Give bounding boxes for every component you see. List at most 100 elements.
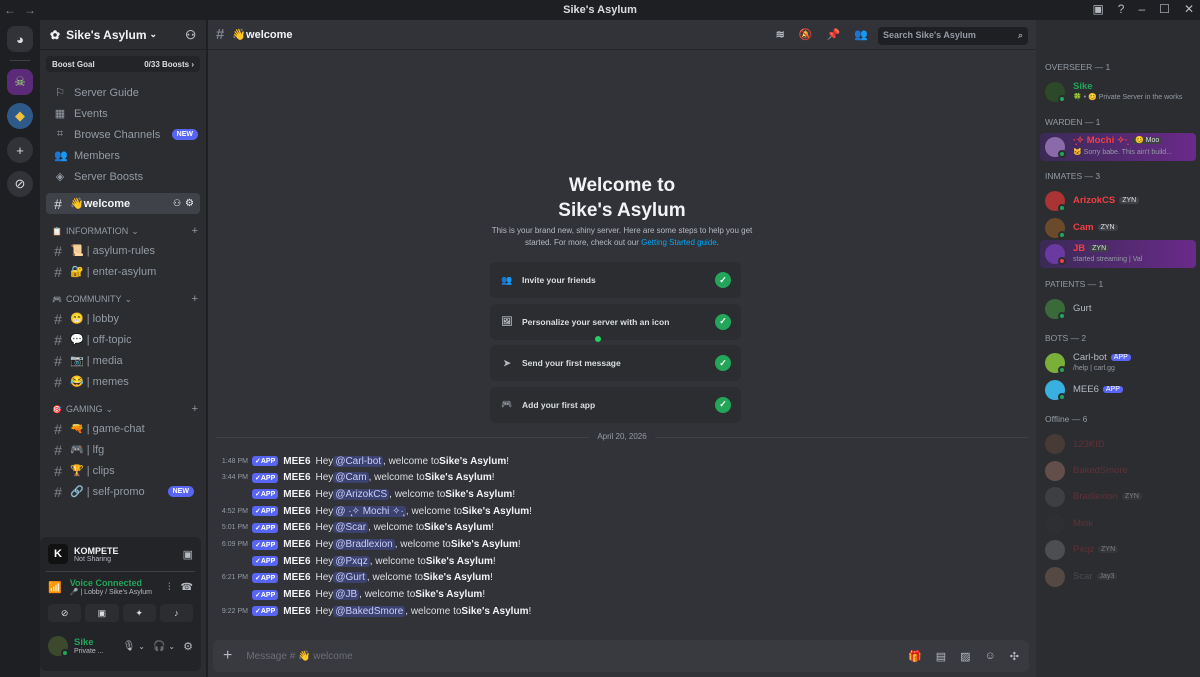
- channel-item[interactable]: # 🔗 | self-promo NEW: [40, 481, 200, 502]
- add-channel-icon[interactable]: +: [192, 403, 198, 415]
- category-gaming[interactable]: 🎯 GAMING ⌄ +: [40, 400, 206, 418]
- message-author[interactable]: MEE6: [283, 572, 310, 583]
- user-mention[interactable]: @Bradlexion: [333, 539, 395, 550]
- member-item[interactable]: Carl-bot APP/help | carl.gg: [1040, 349, 1196, 377]
- member-item[interactable]: Cam ZYN: [1040, 214, 1196, 242]
- channel-item[interactable]: # 📜 | asylum-rules: [40, 240, 200, 261]
- channel-item[interactable]: # 😁 | lobby: [40, 308, 200, 329]
- nav-item-0[interactable]: ⚐ Server Guide: [40, 82, 206, 103]
- apps-icon[interactable]: ✣: [1010, 650, 1019, 663]
- channel-item[interactable]: # 🔫 | game-chat: [40, 418, 200, 439]
- minimize-icon[interactable]: –: [1138, 2, 1145, 16]
- gift-icon[interactable]: 🎁: [908, 650, 922, 663]
- category-community[interactable]: 🎮 COMMUNITY ⌄ +: [40, 290, 206, 308]
- user-mention[interactable]: @BakedSmore: [333, 605, 406, 617]
- inbox-icon[interactable]: ▣: [1092, 2, 1103, 16]
- message-author[interactable]: MEE6: [283, 456, 310, 467]
- message-author[interactable]: MEE6: [283, 556, 310, 567]
- discord-home-icon[interactable]: ◕: [7, 26, 33, 52]
- headphones-icon[interactable]: 🎧: [153, 641, 165, 652]
- category-information[interactable]: 📋 INFORMATION ⌄ +: [40, 222, 206, 240]
- channel-welcome[interactable]: # 👋welcome ⚇ ⚙: [46, 193, 200, 214]
- disconnect-icon[interactable]: ☎: [181, 582, 193, 593]
- nav-item-4[interactable]: ◈ Server Boosts: [40, 166, 206, 187]
- user-mention[interactable]: @Scar: [333, 522, 369, 534]
- server-icon-2[interactable]: ◆: [7, 103, 33, 129]
- chevron-down-icon[interactable]: ⌄: [168, 642, 175, 651]
- user-mention[interactable]: @Cam: [333, 472, 369, 484]
- add-server-icon[interactable]: +: [7, 137, 33, 163]
- voice-channel[interactable]: 🎤 | Lobby / Sike's Asylum: [70, 588, 152, 596]
- user-mention[interactable]: @Carl-bot: [333, 455, 384, 467]
- gear-icon[interactable]: ⚙: [185, 198, 194, 209]
- sticker-icon[interactable]: ▨: [960, 650, 970, 663]
- member-item[interactable]: ·̩͙✧ Mochi ✧·̩͙ 😊 Moo 🐱 Sorry babe. This a…: [1040, 132, 1196, 161]
- avatar[interactable]: [48, 636, 69, 657]
- camera-off-icon[interactable]: ⊘: [48, 604, 82, 622]
- message-author[interactable]: MEE6: [283, 522, 310, 533]
- member-item[interactable]: Gurt: [1040, 295, 1196, 323]
- user-mention[interactable]: @ArizokCS: [333, 488, 390, 500]
- help-icon[interactable]: ?: [1118, 2, 1125, 16]
- nav-item-1[interactable]: ▦ Events: [40, 103, 206, 124]
- add-attachment-icon[interactable]: +: [223, 647, 232, 665]
- member-item[interactable]: ArizokCS ZYN: [1040, 187, 1196, 215]
- message-author[interactable]: MEE6: [283, 539, 310, 550]
- search-input[interactable]: Search Sike's Asylum ⌕: [878, 27, 1028, 45]
- member-item[interactable]: 123KID: [1040, 430, 1196, 458]
- member-item[interactable]: Pxqz ZYN: [1040, 536, 1196, 564]
- channel-item[interactable]: # 🎮 | lfg: [40, 439, 200, 460]
- gif-icon[interactable]: ▤: [936, 650, 946, 663]
- screen-share-icon[interactable]: ▣: [183, 548, 193, 561]
- message-author[interactable]: MEE6: [283, 506, 310, 517]
- server-icon-sikes-asylum[interactable]: ☠: [7, 69, 33, 95]
- member-item[interactable]: MEE6 APP: [1040, 376, 1196, 404]
- activities-icon[interactable]: ✦: [122, 604, 156, 622]
- add-channel-icon[interactable]: +: [192, 225, 198, 237]
- maximize-icon[interactable]: ☐: [1159, 2, 1170, 16]
- message-input[interactable]: Message # 👋 welcome: [246, 651, 352, 662]
- mute-icon[interactable]: 🔕: [799, 28, 813, 41]
- channel-item[interactable]: # 😂 | memes: [40, 371, 200, 392]
- member-item[interactable]: Scar Jay3: [1040, 563, 1196, 591]
- message-author[interactable]: MEE6: [283, 489, 310, 500]
- microphone-icon[interactable]: 🎙: [123, 641, 136, 652]
- chevron-down-icon[interactable]: ⌄: [138, 642, 145, 651]
- member-item[interactable]: BakedSmore: [1040, 457, 1196, 485]
- emoji-icon[interactable]: ☺: [985, 650, 996, 663]
- threads-icon[interactable]: ≋: [776, 28, 785, 41]
- member-item[interactable]: Mink: [1040, 510, 1196, 538]
- onboarding-step[interactable]: 🖼 Personalize your server with an icon ✓: [490, 303, 741, 340]
- soundboard-icon[interactable]: ♪: [159, 604, 193, 622]
- close-icon[interactable]: ✕: [1184, 2, 1194, 16]
- discover-icon[interactable]: ⊘: [7, 171, 33, 197]
- member-item[interactable]: Sike 🍀 • 😊 Private Server in the works: [1040, 78, 1196, 106]
- channel-item[interactable]: # 🔐 | enter-asylum: [40, 261, 200, 282]
- pin-icon[interactable]: 📌: [827, 28, 841, 41]
- nav-item-3[interactable]: 👥 Members: [40, 145, 206, 166]
- gear-icon[interactable]: ⚙: [183, 640, 193, 653]
- screen-share-icon[interactable]: ▣: [85, 604, 119, 622]
- invite-icon[interactable]: ⚇: [185, 28, 196, 42]
- member-item[interactable]: Bradlexion ZYN: [1040, 483, 1196, 511]
- message-author[interactable]: MEE6: [283, 589, 310, 600]
- onboarding-step[interactable]: 👥 Invite your friends ✓: [490, 262, 741, 298]
- user-mention[interactable]: @Gurt: [333, 572, 367, 584]
- invite-icon[interactable]: ⚇: [173, 198, 181, 209]
- add-channel-icon[interactable]: +: [192, 293, 198, 305]
- server-header[interactable]: ✿ Sike's Asylum ⌄ ⚇: [40, 20, 206, 50]
- message-composer[interactable]: + Message # 👋 welcome 🎁 ▤ ▨ ☺ ✣: [213, 640, 1029, 672]
- boost-goal[interactable]: Boost Goal 0/33 Boosts ›: [46, 56, 200, 72]
- getting-started-link[interactable]: Getting Started guide: [641, 238, 717, 247]
- member-item[interactable]: JB ZYN started streaming | Val: [1040, 240, 1196, 268]
- user-mention[interactable]: @ ·̩͙✧ Mochi ✧·̩͙: [333, 505, 406, 517]
- nav-item-2[interactable]: ⌗ Browse Channels NEW: [40, 124, 206, 145]
- member-list-icon[interactable]: 👥: [854, 28, 868, 41]
- channel-item[interactable]: # 📷 | media: [40, 350, 200, 371]
- channel-item[interactable]: # 💬 | off-topic: [40, 329, 200, 350]
- user-mention[interactable]: @JB: [333, 589, 360, 601]
- channel-item[interactable]: # 🏆 | clips: [40, 460, 200, 481]
- message-author[interactable]: MEE6: [283, 472, 310, 483]
- onboarding-step[interactable]: ➤ Send your first message ✓: [490, 345, 741, 381]
- onboarding-step[interactable]: 🎮 Add your first app ✓: [490, 386, 741, 423]
